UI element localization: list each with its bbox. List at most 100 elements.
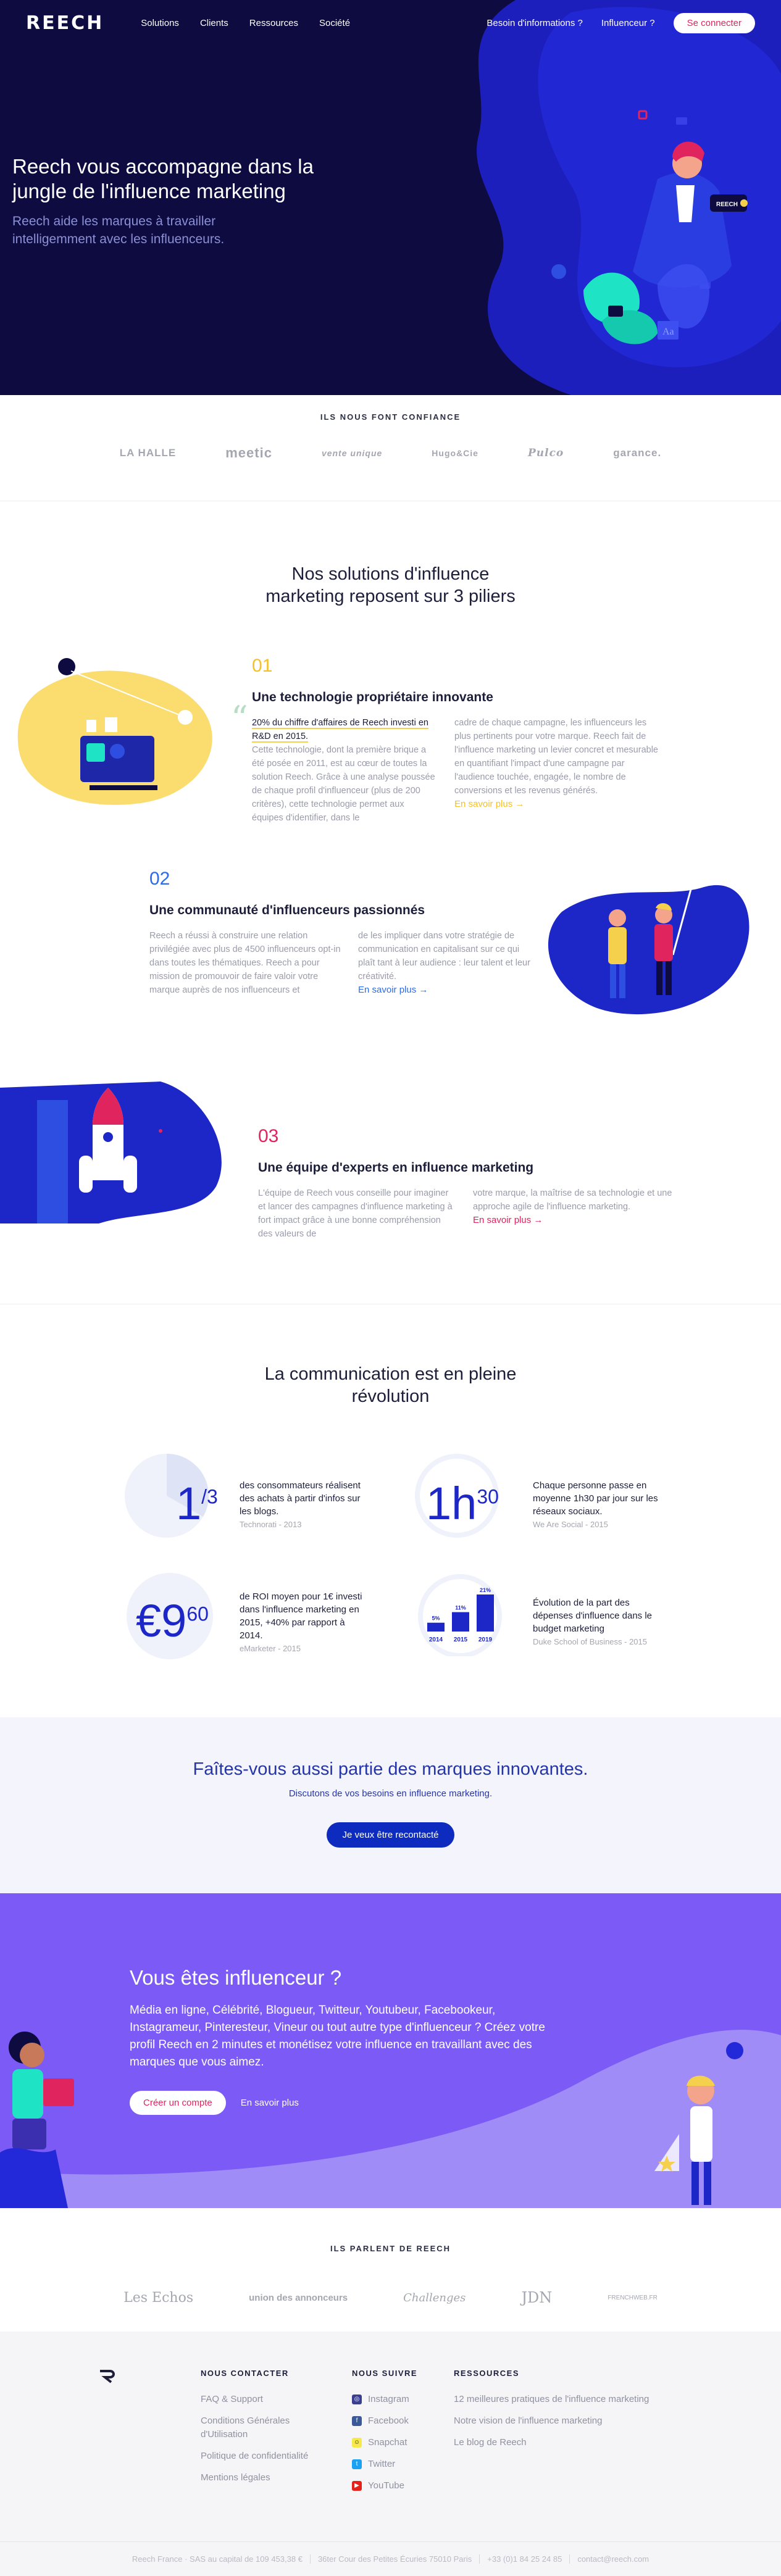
- pillar-col2-text: de les impliquer dans votre stratégie de…: [358, 931, 530, 982]
- press-title: ILS PARLENT DE REECH: [330, 2244, 451, 2253]
- pillar-technology: “ 01 Une technologie propriétaire innova…: [0, 656, 781, 869]
- footer-vision-link[interactable]: Notre vision de l'influence marketing: [454, 2414, 701, 2428]
- instagram-icon: ◎: [352, 2395, 362, 2404]
- stat-value-sup: 30: [477, 1485, 499, 1508]
- pillar-columns: L'équipe de Reech vous conseille pour im…: [258, 1186, 677, 1241]
- stat-value: 1h30: [426, 1477, 499, 1530]
- pillar-title: Une technologie propriétaire innovante: [252, 690, 493, 704]
- footer-resources: RESSOURCES 12 meilleures pratiques de l'…: [454, 2369, 701, 2457]
- facebook-icon: f: [352, 2416, 362, 2426]
- pillar-technology-content: 01 Une technologie propriétaire innovant…: [252, 656, 658, 825]
- budget-bar: [452, 1612, 469, 1632]
- press-logos: Les Echos union des annonceurs Challenge…: [0, 2289, 781, 2306]
- nav-influenceur[interactable]: Influenceur ?: [601, 18, 655, 28]
- pillar-number: 01: [252, 656, 273, 676]
- stat-value-main: 1: [176, 1478, 202, 1529]
- experts-illustration: [0, 1082, 222, 1223]
- snapchat-icon: ☺: [352, 2438, 362, 2448]
- pulco-logo: Pulco: [527, 447, 564, 459]
- nav-ressources[interactable]: Ressources: [249, 18, 298, 28]
- footer-privacy-link[interactable]: Politique de confidentialité: [201, 2449, 330, 2463]
- pillar-community: 02 Une communauté d'influenceurs passion…: [0, 869, 781, 1082]
- quote-mark-icon: “: [231, 699, 248, 738]
- footer-facebook-label: Facebook: [368, 2416, 409, 2426]
- trust-logos: LA HALLE meetic vente unique Hugo&Cie Pu…: [0, 445, 781, 461]
- create-account-button[interactable]: Créer un compte: [130, 2091, 226, 2115]
- stat-source: eMarketer - 2015: [240, 1643, 301, 1653]
- footer-instagram-link[interactable]: ◎ Instagram: [352, 2393, 445, 2406]
- hero-text: Reech vous accompagne dans la jungle de …: [12, 154, 333, 248]
- nav-solutions[interactable]: Solutions: [141, 18, 179, 28]
- footer-blog-link[interactable]: Le blog de Reech: [454, 2436, 701, 2449]
- meetic-logo: meetic: [225, 445, 272, 461]
- challenges-logo: Challenges: [403, 2291, 466, 2304]
- login-button[interactable]: Se connecter: [673, 12, 755, 33]
- influencer-more-link[interactable]: En savoir plus: [241, 2098, 299, 2108]
- more-link[interactable]: En savoir plus →: [473, 1215, 543, 1225]
- stat-text: Évolution de la part des dépenses d'infl…: [533, 1598, 653, 1634]
- revolution-title-line1: La communication est en pleine: [264, 1364, 517, 1384]
- footer-faq-link[interactable]: FAQ & Support: [201, 2393, 330, 2406]
- influencer-body: Média en ligne, Célébrité, Blogueur, Twi…: [130, 2004, 545, 2069]
- pillars-header: Nos solutions d'influence marketing repo…: [0, 501, 781, 656]
- stat-source: Technorati - 2013: [240, 1520, 302, 1529]
- reech-mark-icon[interactable]: [99, 2370, 117, 2383]
- stat-source: We Are Social - 2015: [533, 1520, 608, 1529]
- footer: NOUS CONTACTER FAQ & Support Conditions …: [0, 2332, 781, 2576]
- nav-info[interactable]: Besoin d'informations ?: [487, 18, 582, 28]
- more-link[interactable]: En savoir plus →: [358, 985, 428, 995]
- hero-section: REECH Aa REECH Solutions Clients Ressour…: [0, 0, 781, 395]
- pillar-title: Une équipe d'experts en influence market…: [258, 1161, 534, 1175]
- budget-bar-label: 11%: [455, 1605, 466, 1611]
- reech-logo[interactable]: REECH: [26, 12, 104, 34]
- pillar-col-1: Reech a réussi à construire une relation…: [149, 929, 341, 997]
- youtube-icon: ▶: [352, 2481, 362, 2491]
- budget-year-label: 2019: [478, 1636, 493, 1643]
- footer-email[interactable]: contact@reech.com: [569, 2554, 656, 2564]
- footer-legal-link[interactable]: Mentions légales: [201, 2471, 330, 2485]
- stat-figure: €960: [123, 1570, 228, 1675]
- contact-me-button[interactable]: Je veux être recontacté: [326, 1822, 455, 1848]
- pillar-experts: 03 Une équipe d'experts en influence mar…: [0, 1082, 781, 1304]
- footer-snapchat-label: Snapchat: [368, 2437, 407, 2448]
- camera-icon: [608, 306, 623, 317]
- footer-phone[interactable]: +33 (0)1 84 25 24 85: [479, 2554, 569, 2564]
- footer-twitter-label: Twitter: [368, 2459, 396, 2469]
- nav-societe[interactable]: Société: [319, 18, 350, 28]
- pillar-community-content: 02 Une communauté d'influenceurs passion…: [149, 869, 531, 997]
- footer-address: 36ter Cour des Petites Écuries 75010 Par…: [309, 2554, 479, 2564]
- stat-figure: 1h30: [414, 1453, 522, 1557]
- footer-facebook-link[interactable]: f Facebook: [352, 2414, 445, 2428]
- stat-value-main: €9: [136, 1595, 187, 1646]
- budget-year-label: 2015: [454, 1636, 468, 1643]
- pillar-columns: 20% du chiffre d'affaires de Reech inves…: [252, 716, 658, 825]
- pillar-col1-text: L'équipe de Reech vous conseille pour im…: [258, 1188, 453, 1239]
- budget-bar: [427, 1622, 445, 1632]
- reech-badge: REECH: [716, 201, 738, 208]
- footer-snapchat-link[interactable]: ☺ Snapchat: [352, 2436, 445, 2449]
- footer-company: Reech France · SAS au capital de 109 453…: [132, 2554, 303, 2564]
- pillars-title-line2: marketing reposent sur 3 piliers: [265, 586, 516, 606]
- more-link[interactable]: En savoir plus →: [454, 799, 524, 809]
- press-section: ILS PARLENT DE REECH Les Echos union des…: [0, 2208, 781, 2332]
- influencer-actions: Créer un compte En savoir plus: [130, 2091, 562, 2115]
- stat-value: €960: [136, 1594, 209, 1647]
- uda-logo: union des annonceurs: [249, 2292, 348, 2303]
- budget-year-label: 2014: [429, 1636, 443, 1643]
- stat-value-main: 1h: [426, 1478, 477, 1529]
- footer-follow: NOUS SUIVRE ◎ Instagram f Facebook ☺ Snapch…: [352, 2369, 445, 2501]
- pillars-title-line1: Nos solutions d'influence: [291, 564, 490, 584]
- footer-resources-title: RESSOURCES: [454, 2369, 520, 2378]
- footer-practices-link[interactable]: 12 meilleures pratiques de l'influence m…: [454, 2393, 701, 2406]
- budget-bar-label: 21%: [480, 1587, 491, 1593]
- stat-figure: 1/3: [123, 1453, 228, 1557]
- budget-bar-chart: 5% 2014 11% 2015 21% 2019: [418, 1574, 502, 1656]
- footer-twitter-link[interactable]: t Twitter: [352, 2457, 445, 2471]
- stat-value-sup: 60: [186, 1603, 209, 1625]
- revolution-section: La communication est en pleine révolutio…: [0, 1304, 781, 1717]
- budget-bar: [477, 1594, 494, 1632]
- nav-right: Besoin d'informations ? Influenceur ? Se…: [487, 12, 755, 33]
- footer-youtube-link[interactable]: ▶ YouTube: [352, 2479, 445, 2493]
- footer-cgu-link[interactable]: Conditions Générales d'Utilisation: [201, 2414, 330, 2441]
- nav-clients[interactable]: Clients: [200, 18, 228, 28]
